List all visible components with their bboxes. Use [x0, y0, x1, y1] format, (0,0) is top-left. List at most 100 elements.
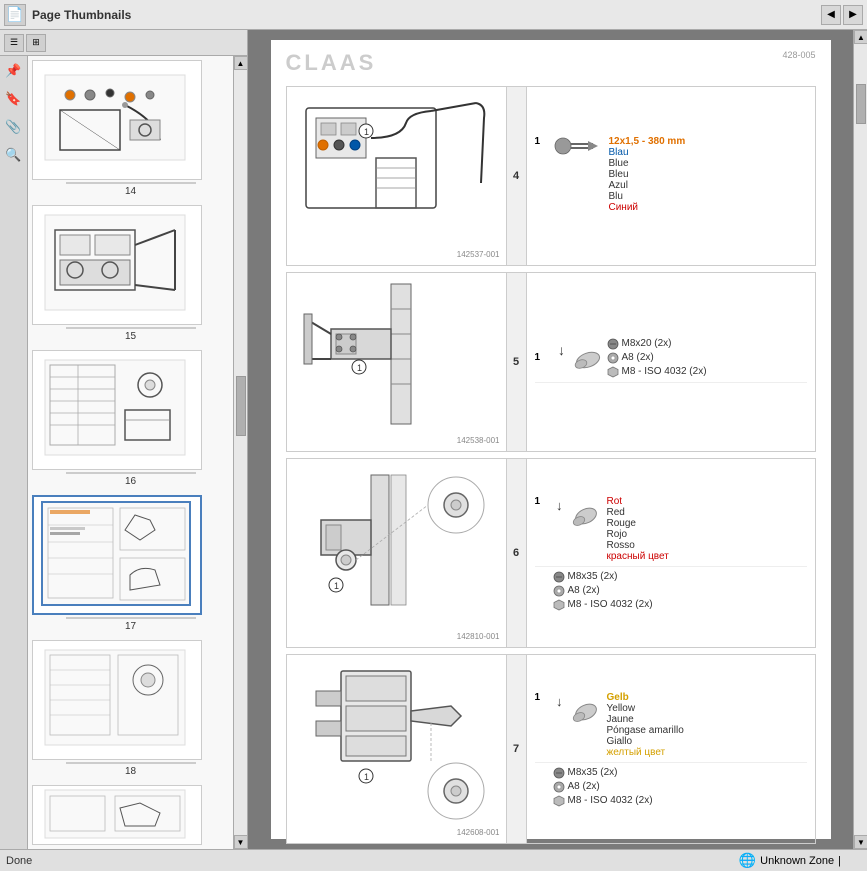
sidebar-content: 📌 🔖 📎 🔍: [0, 56, 247, 849]
thumbnail-item-17[interactable]: 17: [32, 495, 229, 632]
thumb-label-15: 15: [32, 331, 229, 342]
sec6-parts: 1 ↓ Rot Red: [527, 459, 815, 647]
sec4-color-blu: Blu: [609, 191, 686, 202]
sec7-part2: A8 (2x): [568, 781, 600, 792]
sidebar-scroll-up[interactable]: ▲: [234, 56, 248, 70]
section-7: 1 142608-001 7 1 ↓: [286, 654, 816, 844]
sec4-bolt-icon: [553, 136, 603, 156]
sidebar-tool-btn-1[interactable]: ☰: [4, 34, 24, 52]
status-zone: 🌐 Unknown Zone |: [739, 852, 841, 869]
thumb-divider-14: [66, 182, 196, 184]
thumbnails-list: 14: [28, 56, 233, 849]
thumbnail-item-14[interactable]: 14: [32, 60, 229, 197]
sec7-color-spanish: Póngase amarillo: [607, 725, 684, 736]
thumb-label-17: 17: [32, 621, 229, 632]
sec6-color-russian: красный цвет: [607, 551, 669, 562]
zone-divider: |: [838, 855, 841, 867]
sidebar-tool-btn-2[interactable]: ⊞: [26, 34, 46, 52]
sec6-part2: A8 (2x): [568, 585, 600, 596]
right-scroll-up[interactable]: ▲: [854, 30, 867, 44]
thumb-divider-17: [66, 617, 196, 619]
nut-icon-1: [607, 366, 619, 378]
thumbnail-item-18[interactable]: 18: [32, 640, 229, 777]
sec5-part2: A8 (2x): [622, 352, 654, 363]
sec5-parts: 1 ↓ M8x20 (2x): [527, 273, 815, 451]
sidebar-scroll-track[interactable]: [234, 70, 247, 835]
sec6-svg: 1: [301, 465, 491, 630]
nav-prev-button[interactable]: ◀: [821, 5, 841, 25]
thumb-svg-16: [40, 355, 195, 465]
thumbnail-item-16[interactable]: 16: [32, 350, 229, 487]
sec4-parts: 1 12x1,5 - 380 mm Blau B: [527, 87, 815, 265]
thumbnail-image-14: [32, 60, 202, 180]
thumbnail-item-19[interactable]: [32, 785, 229, 845]
thumbnail-item-15[interactable]: 15: [32, 205, 229, 342]
sidebar-icon-strip: 📌 🔖 📎 🔍: [0, 56, 28, 849]
sec4-color-bleu: Bleu: [609, 169, 686, 180]
thumb-svg-15: [40, 210, 195, 320]
svg-text:↓: ↓: [558, 342, 565, 358]
thumb-divider-15: [66, 327, 196, 329]
bookmark-icon[interactable]: 🔖: [3, 88, 25, 110]
sec4-color-azul: Azul: [609, 180, 686, 191]
sidebar-toolbar: ☰ ⊞: [0, 30, 247, 56]
zone-text: Unknown Zone: [760, 855, 834, 867]
nut-icon-2: [553, 599, 565, 611]
sec6-color-rot: Rot: [607, 496, 669, 507]
right-scroll-down[interactable]: ▼: [854, 835, 867, 849]
sec5-diagram-ref: 142538-001: [293, 436, 500, 445]
sec6-part3: M8 - ISO 4032 (2x): [568, 599, 653, 610]
globe-icon: 🌐: [739, 852, 756, 869]
sec7-color-gelb: Gelb: [607, 692, 684, 703]
sec4-number: 4: [507, 87, 527, 265]
thumb-svg-14: [40, 65, 195, 175]
top-bar: 📄 Page Thumbnails ◀ ▶: [0, 0, 867, 30]
right-scrollbar[interactable]: ▲ ▼: [853, 30, 867, 849]
right-scroll-thumb[interactable]: [856, 84, 866, 124]
pin-icon[interactable]: 📌: [3, 60, 25, 82]
thumb-label-14: 14: [32, 186, 229, 197]
sec5-diagram: 1 142538-001: [287, 273, 507, 451]
thumbnail-image-16: [32, 350, 202, 470]
sec4-color-blau: Blau: [609, 147, 686, 158]
nav-next-button[interactable]: ▶: [843, 5, 863, 25]
thumbnail-image-15: [32, 205, 202, 325]
washer-icon-1: [607, 352, 619, 364]
sec5-part1: M8x20 (2x): [622, 338, 672, 349]
sec5-svg: 1: [301, 279, 491, 434]
claas-logo: CLAAS: [286, 50, 377, 76]
sidebar-scroll-thumb[interactable]: [236, 376, 246, 436]
thumb-label-18: 18: [32, 766, 229, 777]
sec7-arrow-icon: ↓: [553, 692, 603, 730]
thumb-svg-17: [40, 500, 195, 610]
paperclip-icon[interactable]: 📎: [3, 116, 25, 138]
sec5-tool-icon: ↓: [553, 340, 603, 375]
sec6-diagram-ref: 142810-001: [293, 632, 500, 641]
sec6-number: 6: [507, 459, 527, 647]
thumbnail-image-17: [32, 495, 202, 615]
thumb-label-16: 16: [32, 476, 229, 487]
nut-icon-3: [553, 795, 565, 807]
sec7-parts: 1 ↓ Gelb Yellow J: [527, 655, 815, 843]
sec7-part3: M8 - ISO 4032 (2x): [568, 795, 653, 806]
main-content: CLAAS 428-005: [248, 30, 867, 849]
main-layout: ☰ ⊞ 📌 🔖 📎 🔍: [0, 30, 867, 849]
sec5-number: 5: [507, 273, 527, 451]
right-scroll-track[interactable]: [854, 44, 867, 835]
washer-icon-2: [553, 585, 565, 597]
sec7-diagram: 1 142608-001: [287, 655, 507, 843]
svg-text:1: 1: [364, 772, 369, 782]
section-5: 1 142538-001 5 1 ↓: [286, 272, 816, 452]
sidebar-scroll-down[interactable]: ▼: [234, 835, 248, 849]
page-area[interactable]: CLAAS 428-005: [248, 30, 853, 849]
sec5-part3: M8 - ISO 4032 (2x): [622, 366, 707, 377]
sec7-svg: 1: [301, 661, 491, 826]
sec6-color-red: Red: [607, 507, 669, 518]
nav-buttons: ◀ ▶: [821, 5, 863, 25]
search-icon[interactable]: 🔍: [3, 144, 25, 166]
sec6-arrow-icon: ↓: [553, 496, 603, 534]
sidebar-scrollbar[interactable]: ▲ ▼: [233, 56, 247, 849]
sec6-color-rouge: Rouge: [607, 518, 669, 529]
section-6: 1 142810-001 6 1 ↓: [286, 458, 816, 648]
bolt-icon-3: [553, 767, 565, 779]
